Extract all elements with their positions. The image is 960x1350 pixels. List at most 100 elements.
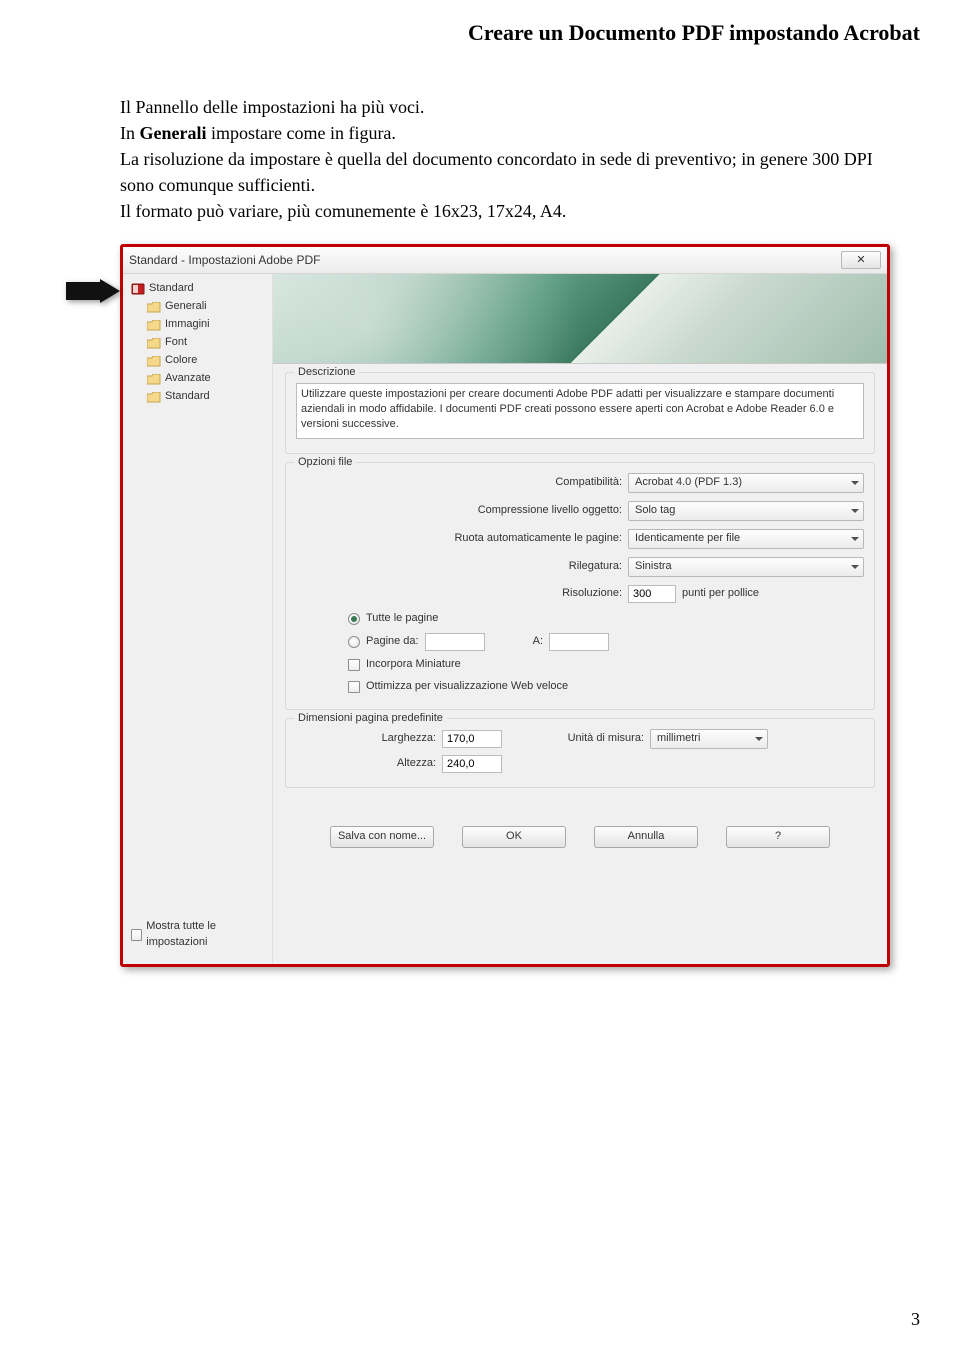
dialog-button-bar: Salva con nome... OK Annulla ? <box>273 796 887 860</box>
description-legend: Descrizione <box>294 365 359 381</box>
all-pages-row[interactable]: Tutte le pagine <box>296 611 864 627</box>
compat-row: Compatibilità: Acrobat 4.0 (PDF 1.3) <box>296 473 864 493</box>
page-header-title: Creare un Documento PDF impostando Acrob… <box>0 0 960 54</box>
compress-value: Solo tag <box>635 503 675 519</box>
unit-label: Unità di misura: <box>544 731 644 747</box>
chevron-down-icon <box>755 737 763 741</box>
arrow-callout-icon <box>66 279 120 303</box>
help-label: ? <box>775 829 781 845</box>
compress-dropdown[interactable]: Solo tag <box>628 501 864 521</box>
compress-row: Compressione livello oggetto: Solo tag <box>296 501 864 521</box>
settings-tree: Standard Generali Immagini Font <box>129 280 272 406</box>
compress-label: Compressione livello oggetto: <box>368 503 622 519</box>
page-body: Il Pannello delle impostazioni ha più vo… <box>0 54 960 967</box>
p2-prefix: In <box>120 123 140 143</box>
paragraph-1: Il Pannello delle impostazioni ha più vo… <box>120 94 910 120</box>
fast-web-label: Ottimizza per visualizzazione Web veloce <box>366 679 568 695</box>
fast-web-checkbox[interactable] <box>348 681 360 693</box>
tree-item-label: Avanzate <box>165 371 211 387</box>
embed-thumb-row[interactable]: Incorpora Miniature <box>296 657 864 673</box>
bind-dropdown[interactable]: Sinistra <box>628 557 864 577</box>
unit-value: millimetri <box>657 731 700 747</box>
tree-item-label: Font <box>165 335 187 351</box>
help-button[interactable]: ? <box>726 826 830 848</box>
resolution-input[interactable] <box>628 585 676 603</box>
tree-item-immagini[interactable]: Immagini <box>129 316 272 334</box>
pages-from-label: Pagine da: <box>366 634 419 650</box>
rotate-row: Ruota automaticamente le pagine: Identic… <box>296 529 864 549</box>
height-label: Altezza: <box>296 756 436 772</box>
cancel-button[interactable]: Annulla <box>594 826 698 848</box>
chevron-down-icon <box>851 509 859 513</box>
embed-thumb-checkbox[interactable] <box>348 659 360 671</box>
compat-label: Compatibilità: <box>368 475 622 491</box>
save-as-button[interactable]: Salva con nome... <box>330 826 434 848</box>
folder-icon <box>147 356 161 367</box>
all-pages-label: Tutte le pagine <box>366 611 438 627</box>
cancel-label: Annulla <box>628 829 665 845</box>
description-group: Descrizione Utilizzare queste impostazio… <box>285 372 875 454</box>
compat-value: Acrobat 4.0 (PDF 1.3) <box>635 475 742 491</box>
tree-item-label: Colore <box>165 353 197 369</box>
folder-icon <box>147 302 161 313</box>
resolution-row: Risoluzione: punti per pollice <box>296 585 864 603</box>
pages-from-input[interactable] <box>425 633 485 651</box>
compat-dropdown[interactable]: Acrobat 4.0 (PDF 1.3) <box>628 473 864 493</box>
unit-dropdown[interactable]: millimetri <box>650 729 768 749</box>
paragraph-2: In Generali impostare come in figura. <box>120 120 910 146</box>
paragraph-4: Il formato può variare, più comunemente … <box>120 198 910 224</box>
width-input[interactable] <box>442 730 502 748</box>
tree-root[interactable]: Standard <box>129 280 272 298</box>
tree-item-label: Standard <box>165 389 210 405</box>
tree-item-colore[interactable]: Colore <box>129 352 272 370</box>
pages-to-input[interactable] <box>549 633 609 651</box>
folder-icon <box>147 338 161 349</box>
chevron-down-icon <box>851 565 859 569</box>
sidebar: Standard Generali Immagini Font <box>123 274 273 964</box>
save-as-label: Salva con nome... <box>338 829 426 845</box>
chevron-down-icon <box>851 481 859 485</box>
paragraph-3: La risoluzione da impostare è quella del… <box>120 146 910 198</box>
rotate-dropdown[interactable]: Identicamente per file <box>628 529 864 549</box>
dialog-titlebar[interactable]: Standard - Impostazioni Adobe PDF ✕ <box>123 247 887 274</box>
pages-from-row[interactable]: Pagine da: A: <box>296 633 864 651</box>
show-all-label: Mostra tutte le impostazioni <box>146 919 270 951</box>
folder-icon <box>147 320 161 331</box>
bind-row: Rilegatura: Sinistra <box>296 557 864 577</box>
bind-label: Rilegatura: <box>368 559 622 575</box>
pages-from-radio[interactable] <box>348 636 360 648</box>
file-options-legend: Opzioni file <box>294 455 356 471</box>
rotate-label: Ruota automaticamente le pagine: <box>368 531 622 547</box>
width-row: Larghezza: Unità di misura: millimetri <box>296 729 864 749</box>
tree-item-avanzate[interactable]: Avanzate <box>129 370 272 388</box>
pages-to-label: A: <box>533 634 543 650</box>
file-options-group: Opzioni file Compatibilità: Acrobat 4.0 … <box>285 462 875 710</box>
dialog-title: Standard - Impostazioni Adobe PDF <box>129 252 320 269</box>
height-row: Altezza: <box>296 755 864 773</box>
tree-item-font[interactable]: Font <box>129 334 272 352</box>
show-all-checkbox[interactable] <box>131 929 142 941</box>
embed-thumb-label: Incorpora Miniature <box>366 657 461 673</box>
show-all-settings[interactable]: Mostra tutte le impostazioni <box>129 915 272 959</box>
tree-item-generali[interactable]: Generali <box>129 298 272 316</box>
tree-item-label: Generali <box>165 299 207 315</box>
tree-item-standard[interactable]: Standard <box>129 388 272 406</box>
resolution-label: Risoluzione: <box>368 586 622 602</box>
chevron-down-icon <box>851 537 859 541</box>
width-label: Larghezza: <box>296 731 436 747</box>
ok-button[interactable]: OK <box>462 826 566 848</box>
screenshot-container: Standard - Impostazioni Adobe PDF ✕ Stan… <box>120 244 910 967</box>
dialog-body: Standard Generali Immagini Font <box>123 274 887 964</box>
folder-icon <box>147 374 161 385</box>
form-area: Descrizione Utilizzare queste impostazio… <box>273 364 887 788</box>
description-text[interactable]: Utilizzare queste impostazioni per crear… <box>296 383 864 439</box>
height-input[interactable] <box>442 755 502 773</box>
close-button[interactable]: ✕ <box>841 251 881 269</box>
bind-value: Sinistra <box>635 559 672 575</box>
fast-web-row[interactable]: Ottimizza per visualizzazione Web veloce <box>296 679 864 695</box>
dialog-window: Standard - Impostazioni Adobe PDF ✕ Stan… <box>120 244 890 967</box>
p2-suffix: impostare come in figura. <box>206 123 395 143</box>
folder-icon <box>147 392 161 403</box>
all-pages-radio[interactable] <box>348 613 360 625</box>
header-banner <box>273 274 887 364</box>
